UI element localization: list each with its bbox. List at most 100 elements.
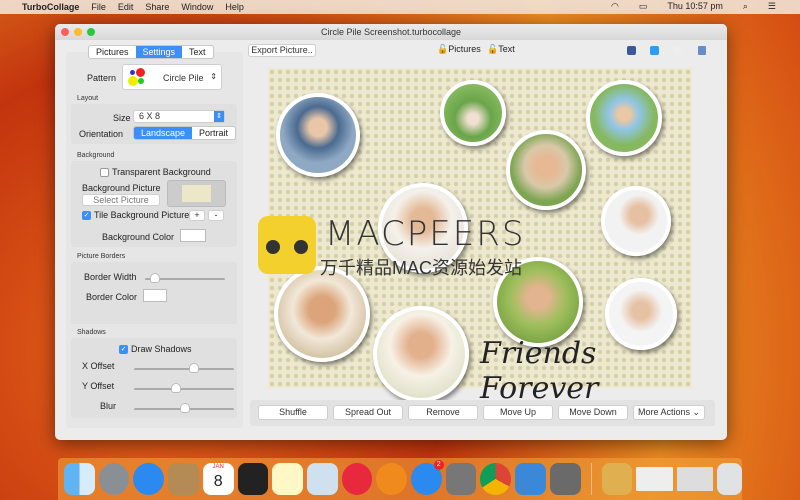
transparent-checkbox[interactable]: Transparent Background <box>100 167 211 178</box>
zoom-button[interactable] <box>87 28 95 36</box>
lock-text-toggle[interactable]: 🔓Text <box>487 44 515 55</box>
calendar-month: JAN <box>212 464 224 470</box>
menu-edit[interactable]: Edit <box>118 2 134 12</box>
bg-color-well[interactable] <box>180 229 206 242</box>
notes-icon[interactable] <box>272 463 303 495</box>
blur-slider[interactable] <box>134 403 234 413</box>
battery-icon[interactable]: ▭ <box>639 1 648 12</box>
more-actions-button[interactable]: More Actions ⌄ <box>633 405 705 420</box>
window-thumbnail-icon[interactable] <box>676 467 714 491</box>
facebook-icon[interactable] <box>627 46 636 55</box>
calendar-icon[interactable]: JAN 8 <box>202 463 234 495</box>
clock[interactable]: Thu 10:57 pm <box>667 1 723 12</box>
itunes-icon[interactable] <box>341 463 373 495</box>
minus-button[interactable]: - <box>208 210 224 221</box>
window-thumbnail-icon[interactable] <box>636 467 673 491</box>
menu-share[interactable]: Share <box>145 2 169 12</box>
background-title: Background <box>77 152 115 159</box>
tab-pictures[interactable]: Pictures <box>89 46 136 58</box>
x-offset-slider[interactable] <box>134 363 234 373</box>
y-offset-label: Y Offset <box>82 381 115 391</box>
y-offset-slider[interactable] <box>134 383 234 393</box>
close-button[interactable] <box>61 28 69 36</box>
move-down-button[interactable]: Move Down <box>558 405 628 420</box>
collage-photo[interactable] <box>586 80 662 156</box>
safari-icon[interactable] <box>133 463 165 495</box>
collage-photo[interactable] <box>440 80 506 146</box>
collage-photo[interactable] <box>274 266 370 362</box>
size-value: 6 X 8 <box>139 111 161 121</box>
calendar-day: 8 <box>213 473 223 490</box>
move-up-button[interactable]: Move Up <box>483 405 553 420</box>
plus-button[interactable]: + <box>189 210 205 221</box>
menu-help[interactable]: Help <box>225 2 244 12</box>
remove-button[interactable]: Remove <box>408 405 478 420</box>
draw-shadows-label: Draw Shadows <box>131 344 192 354</box>
more-actions-label: More Actions <box>637 407 690 417</box>
bg-picture-preview[interactable] <box>167 180 226 207</box>
app-store-badge: 2 <box>433 460 444 470</box>
twitter-icon[interactable] <box>650 46 659 55</box>
finder-icon[interactable] <box>64 463 95 495</box>
wifi-icon[interactable]: ◠ <box>611 1 619 12</box>
border-color-well[interactable] <box>143 289 167 302</box>
collage-photo[interactable] <box>601 186 671 256</box>
terminal-icon[interactable] <box>237 463 269 495</box>
shadows-title: Shadows <box>77 329 106 336</box>
size-select[interactable]: 6 X 8 ⇕ <box>133 110 225 123</box>
collage-photo[interactable] <box>276 93 360 177</box>
archive-icon[interactable] <box>601 463 633 495</box>
border-width-slider[interactable] <box>145 273 225 283</box>
lock-pictures-label: Pictures <box>448 44 481 54</box>
xcode-icon[interactable] <box>515 463 546 495</box>
pattern-select[interactable]: Circle Pile ⇕ <box>122 64 222 90</box>
menu-window[interactable]: Window <box>181 2 213 12</box>
spread-out-button[interactable]: Spread Out <box>333 405 403 420</box>
contacts-icon[interactable] <box>168 463 199 495</box>
chevron-down-icon: ⌄ <box>692 407 701 417</box>
tab-bar: Pictures Settings Text <box>88 45 214 59</box>
action-bar: Shuffle Spread Out Remove Move Up Move D… <box>250 400 715 426</box>
orientation-portrait[interactable]: Portrait <box>192 127 235 139</box>
select-picture-button[interactable]: Select Picture <box>82 194 160 206</box>
photos-icon[interactable] <box>549 463 581 495</box>
system-preferences-icon[interactable] <box>445 463 477 495</box>
flickr-icon[interactable] <box>673 46 682 55</box>
ibooks-icon[interactable] <box>376 463 408 495</box>
dock-divider <box>590 463 592 495</box>
chevron-updown-icon: ⇕ <box>214 111 224 122</box>
orientation-label: Orientation <box>79 129 124 139</box>
transparent-label: Transparent Background <box>112 167 211 177</box>
lock-pictures-toggle[interactable]: 🔓Pictures <box>437 44 481 55</box>
tab-text[interactable]: Text <box>182 46 213 58</box>
launchpad-icon[interactable] <box>98 463 130 495</box>
bg-picture-label: Background Picture <box>82 183 161 193</box>
tab-settings[interactable]: Settings <box>135 46 183 58</box>
title-bar: Circle Pile Screenshot.turbocollage <box>55 24 727 40</box>
collage-caption[interactable]: Friends Forever <box>480 336 692 406</box>
preview-icon[interactable] <box>306 463 338 495</box>
draw-shadows-checkbox[interactable]: ✓ Draw Shadows <box>119 344 192 355</box>
lock-icon: 🔓 <box>487 44 499 54</box>
collage-photo[interactable] <box>373 306 469 402</box>
app-window: Circle Pile Screenshot.turbocollage Pict… <box>55 24 727 440</box>
tile-checkbox[interactable]: ✓ Tile Background Picture <box>82 210 189 221</box>
window-title: Circle Pile Screenshot.turbocollage <box>320 27 462 37</box>
menu-bar: TurboCollage File Edit Share Window Help… <box>0 0 800 14</box>
bg-color-label: Background Color <box>102 232 175 242</box>
blur-label: Blur <box>100 401 117 411</box>
shuffle-button[interactable]: Shuffle <box>258 405 328 420</box>
spotlight-icon[interactable]: ⌕ <box>743 1 748 12</box>
app-store-icon[interactable]: 2 <box>411 460 444 495</box>
orientation-landscape[interactable]: Landscape <box>134 127 193 139</box>
minimize-button[interactable] <box>74 28 82 36</box>
menu-file[interactable]: File <box>91 2 106 12</box>
trash-icon[interactable] <box>717 463 743 495</box>
chrome-icon[interactable] <box>480 463 512 495</box>
menu-app[interactable]: TurboCollage <box>22 2 79 12</box>
collage-photo[interactable] <box>506 130 586 210</box>
notification-icon[interactable]: ☰ <box>768 1 776 12</box>
share-icon[interactable] <box>698 46 706 55</box>
size-label: Size <box>113 113 131 123</box>
export-picture-button[interactable]: Export Picture.. <box>248 44 316 57</box>
